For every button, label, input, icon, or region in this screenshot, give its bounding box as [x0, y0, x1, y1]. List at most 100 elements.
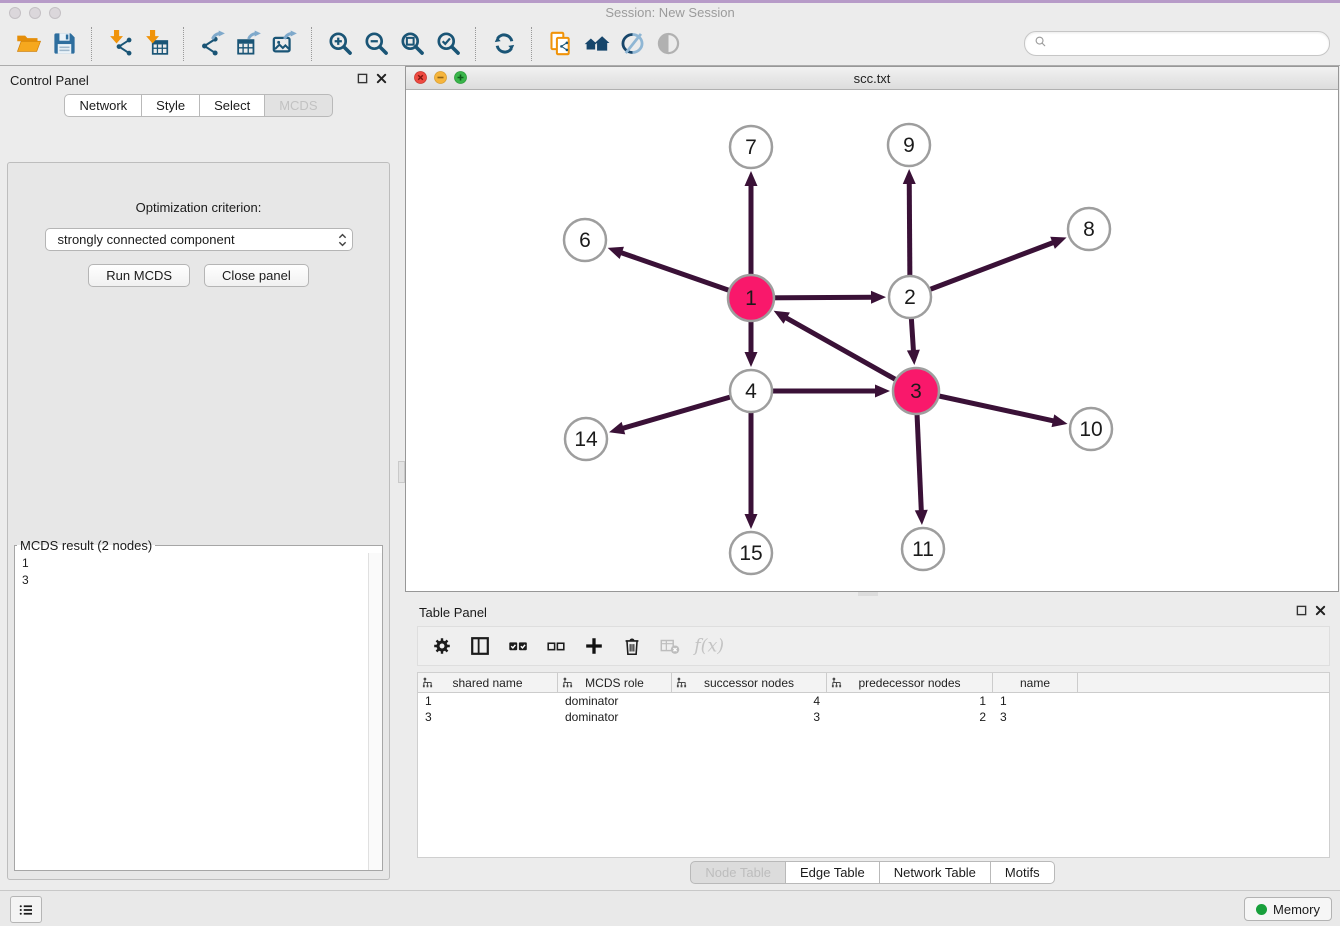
- network-zoom-button[interactable]: [454, 71, 467, 89]
- table-cell[interactable]: 2: [827, 710, 993, 724]
- close-table-panel-icon[interactable]: [1315, 603, 1326, 621]
- tab-motifs[interactable]: Motifs: [991, 861, 1055, 884]
- fit-content-button[interactable]: [394, 27, 430, 61]
- open-session-button[interactable]: [10, 27, 46, 61]
- table-cell[interactable]: 1: [827, 694, 993, 708]
- show-hide-panel-button: [650, 27, 686, 61]
- save-session-button[interactable]: [46, 27, 82, 61]
- import-table-from-file-button[interactable]: [138, 27, 174, 61]
- table-panel: Table Panel f(x) shared nameMCDS rolesuc…: [405, 598, 1340, 890]
- network-minimize-button[interactable]: [434, 71, 447, 89]
- zoom-out-button[interactable]: [358, 27, 394, 61]
- close-window-button[interactable]: [9, 7, 21, 19]
- close-panel-button[interactable]: Close panel: [204, 264, 309, 287]
- tab-style[interactable]: Style: [142, 94, 200, 117]
- result-scrollbar[interactable]: [368, 553, 382, 870]
- table-cell[interactable]: 3: [672, 710, 827, 724]
- show-all-networks-button[interactable]: [578, 27, 614, 61]
- zoom-window-button[interactable]: [49, 7, 61, 19]
- horizontal-splitter-grip[interactable]: [858, 592, 878, 596]
- main-toolbar: [0, 22, 1340, 66]
- graph-node-8[interactable]: 8: [1068, 208, 1110, 250]
- vertical-splitter-grip[interactable]: [398, 461, 405, 483]
- search-box[interactable]: [1024, 31, 1330, 56]
- column-header-MCDS-role[interactable]: MCDS role: [558, 673, 672, 692]
- delete-columns-button[interactable]: [616, 630, 648, 662]
- toolbar-divider: [91, 27, 93, 61]
- toolbar-divider: [531, 27, 533, 61]
- memory-button[interactable]: Memory: [1244, 897, 1332, 921]
- graph-node-7[interactable]: 7: [730, 126, 772, 168]
- column-header-name[interactable]: name: [993, 673, 1078, 692]
- table-cell[interactable]: 1: [993, 694, 1078, 708]
- graph-node-15[interactable]: 15: [730, 532, 772, 574]
- table-cell[interactable]: 3: [993, 710, 1078, 724]
- tab-select[interactable]: Select: [200, 94, 265, 117]
- apply-layout-button[interactable]: [486, 27, 522, 61]
- svg-text:4: 4: [745, 380, 757, 403]
- graph-node-6[interactable]: 6: [564, 219, 606, 261]
- column-header-predecessor-nodes[interactable]: predecessor nodes: [827, 673, 993, 692]
- optimization-criterion-label: Optimization criterion:: [8, 200, 389, 215]
- graph-node-10[interactable]: 10: [1070, 408, 1112, 450]
- tab-mcds[interactable]: MCDS: [265, 94, 332, 117]
- task-history-button[interactable]: [10, 896, 42, 923]
- table-cell[interactable]: 3: [418, 710, 558, 724]
- search-input[interactable]: [1052, 35, 1321, 52]
- table-row-2[interactable]: 3dominator323: [418, 709, 1329, 725]
- graph-node-4[interactable]: 4: [730, 370, 772, 412]
- graph-edge-3-1[interactable]: [774, 311, 916, 391]
- tab-node-table[interactable]: Node Table: [690, 861, 786, 884]
- memory-status-dot: [1256, 904, 1267, 915]
- table-cell[interactable]: dominator: [558, 694, 672, 708]
- tab-network-table[interactable]: Network Table: [880, 861, 991, 884]
- select-all-columns-button[interactable]: [502, 630, 534, 662]
- network-canvas[interactable]: 7 9 6 8 1 2 4 3 14 10 15 11: [406, 89, 1338, 591]
- duplicate-network-button[interactable]: [542, 27, 578, 61]
- table-row-1[interactable]: 1dominator411: [418, 693, 1329, 709]
- toolbar-divider: [475, 27, 477, 61]
- float-table-panel-icon[interactable]: [1296, 603, 1307, 621]
- close-panel-icon[interactable]: [376, 71, 387, 89]
- mcds-result-list[interactable]: 1 3: [15, 553, 368, 870]
- graph-node-1[interactable]: 1: [728, 275, 774, 321]
- window-title: Session: New Session: [0, 5, 1340, 20]
- network-close-button[interactable]: [414, 71, 427, 89]
- graph-node-3[interactable]: 3: [893, 368, 939, 414]
- graph-node-9[interactable]: 9: [888, 124, 930, 166]
- table-cell[interactable]: 4: [672, 694, 827, 708]
- deselect-all-columns-button[interactable]: [540, 630, 572, 662]
- zoom-in-button[interactable]: [322, 27, 358, 61]
- graph-node-11[interactable]: 11: [902, 528, 944, 570]
- tab-edge-table[interactable]: Edge Table: [786, 861, 880, 884]
- float-panel-icon[interactable]: [357, 71, 368, 89]
- export-network-button[interactable]: [194, 27, 230, 61]
- graph-edge-4-14[interactable]: [609, 391, 751, 434]
- column-header-shared-name[interactable]: shared name: [418, 673, 558, 692]
- minimize-window-button[interactable]: [29, 7, 41, 19]
- tab-network[interactable]: Network: [64, 94, 142, 117]
- toolbar-divider: [311, 27, 313, 61]
- table-options-button[interactable]: [426, 630, 458, 662]
- table-cell[interactable]: 1: [418, 694, 558, 708]
- toolbar-buttons: [10, 27, 686, 61]
- column-header-successor-nodes[interactable]: successor nodes: [672, 673, 827, 692]
- function-builder-button: f(x): [692, 630, 724, 662]
- run-mcds-button[interactable]: Run MCDS: [88, 264, 190, 287]
- zoom-selected-button[interactable]: [430, 27, 466, 61]
- table-cell[interactable]: dominator: [558, 710, 672, 724]
- table-toolbar: f(x): [417, 626, 1330, 666]
- create-new-column-button[interactable]: [578, 630, 610, 662]
- svg-text:9: 9: [903, 134, 915, 157]
- toggle-graphics-details-button[interactable]: [614, 27, 650, 61]
- export-table-button[interactable]: [230, 27, 266, 61]
- optimization-criterion-dropdown[interactable]: strongly connected component: [45, 228, 353, 251]
- titlebar: Session: New Session: [0, 3, 1340, 22]
- export-image-button[interactable]: [266, 27, 302, 61]
- graph-node-14[interactable]: 14: [565, 418, 607, 460]
- show-columns-button[interactable]: [464, 630, 496, 662]
- import-network-from-file-button[interactable]: [102, 27, 138, 61]
- graph-edge-2-8[interactable]: [910, 237, 1067, 297]
- control-panel: Control Panel NetworkStyleSelectMCDS Opt…: [0, 66, 397, 884]
- graph-node-2[interactable]: 2: [889, 276, 931, 318]
